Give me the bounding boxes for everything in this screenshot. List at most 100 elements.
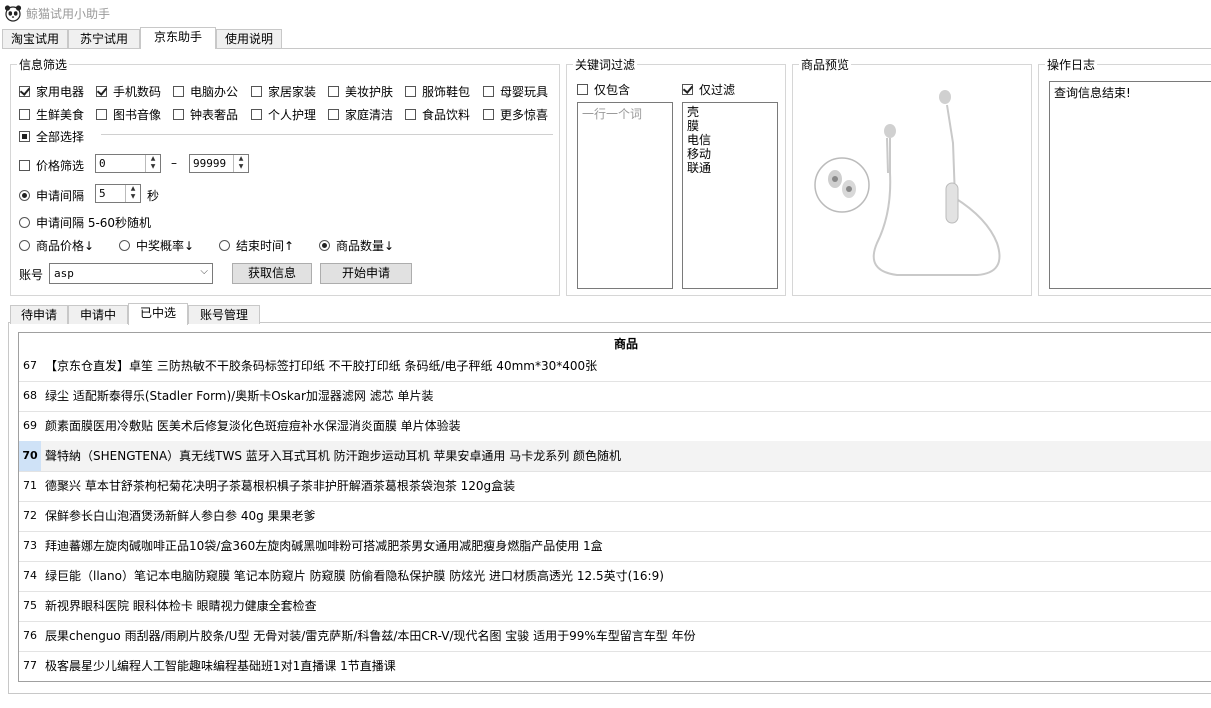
include-only-checkbox[interactable]: 仅包含 bbox=[577, 81, 630, 98]
tab-applying[interactable]: 申请中 bbox=[68, 305, 128, 324]
tab-jd[interactable]: 京东助手 bbox=[140, 27, 216, 49]
up-arrow-icon[interactable]: ▲ bbox=[126, 185, 140, 193]
account-label: 账号 bbox=[19, 268, 44, 282]
tab-help[interactable]: 使用说明 bbox=[216, 29, 282, 48]
divider bbox=[101, 134, 553, 135]
table-row[interactable]: 77 极客晨星少儿编程人工智能趣味编程基础班1对1直播课 1节直播课 bbox=[19, 651, 1211, 681]
up-arrow-icon[interactable]: ▲ bbox=[234, 155, 248, 163]
checkbox-icon bbox=[328, 109, 339, 120]
checkbox-icon bbox=[251, 86, 262, 97]
table-row[interactable]: 69 颜素面膜医用冷敷贴 医美术后修复淡化色斑痘痘补水保湿消炎面膜 单片体验装 bbox=[19, 411, 1211, 442]
checkbox-icon bbox=[483, 109, 494, 120]
panda-icon bbox=[4, 5, 22, 22]
category-books-media[interactable]: 图书音像 bbox=[96, 106, 161, 123]
filter-group-title: 信息筛选 bbox=[17, 56, 70, 73]
category-home-decor[interactable]: 家居家装 bbox=[251, 83, 316, 100]
category-home-appliance[interactable]: 家用电器 bbox=[19, 83, 84, 100]
interval-stepper[interactable]: 5 ▲ ▼ bbox=[95, 184, 141, 203]
sort-endtime-radio[interactable]: 结束时间↑ bbox=[219, 237, 294, 254]
up-arrow-icon[interactable]: ▲ bbox=[146, 155, 160, 163]
filter-group: 信息筛选 家用电器 手机数码 电脑办公 家居家装 美妆护肤 服饰鞋包 母婴玩具 … bbox=[10, 56, 560, 296]
stepper-arrows[interactable]: ▲ ▼ bbox=[233, 155, 248, 172]
keyword-filter-group: 关键词过滤 仅包含 仅过滤 一行一个词 壳 膜 电信 移动 联通 bbox=[566, 56, 786, 296]
start-apply-button[interactable]: 开始申请 bbox=[320, 263, 412, 284]
checkbox-icon bbox=[19, 131, 30, 142]
checkbox-icon bbox=[19, 86, 30, 97]
category-more[interactable]: 更多惊喜 bbox=[483, 106, 548, 123]
category-apparel[interactable]: 服饰鞋包 bbox=[405, 83, 470, 100]
radio-icon bbox=[219, 240, 230, 251]
category-beauty[interactable]: 美妆护肤 bbox=[328, 83, 393, 100]
price-filter-checkbox[interactable]: 价格筛选 bbox=[19, 157, 84, 174]
checkbox-icon bbox=[19, 160, 30, 171]
tab-suning[interactable]: 苏宁试用 bbox=[68, 29, 140, 48]
category-home-cleaning[interactable]: 家庭清洁 bbox=[328, 106, 393, 123]
down-arrow-icon[interactable]: ▼ bbox=[234, 163, 248, 171]
price-range-dash: – bbox=[171, 156, 177, 170]
tab-accounts[interactable]: 账号管理 bbox=[188, 305, 260, 324]
interval-unit: 秒 bbox=[147, 189, 160, 203]
tab-taobao[interactable]: 淘宝试用 bbox=[2, 29, 68, 48]
down-arrow-icon[interactable]: ▼ bbox=[146, 163, 160, 171]
random-interval-radio[interactable]: 申请间隔 5-60秒随机 bbox=[19, 214, 151, 231]
category-watches-luxury[interactable]: 钟表奢品 bbox=[173, 106, 238, 123]
checkbox-icon bbox=[96, 109, 107, 120]
filter-words-textarea[interactable]: 壳 膜 电信 移动 联通 bbox=[682, 102, 778, 289]
category-computer-office[interactable]: 电脑办公 bbox=[173, 83, 238, 100]
table-row[interactable]: 76 辰果chenguo 雨刮器/雨刷片胶条/U型 无骨对装/雷克萨斯/科鲁兹/本… bbox=[19, 621, 1211, 652]
log-textarea[interactable]: 查询信息结束! bbox=[1049, 81, 1211, 289]
account-select[interactable]: asp ⌵ bbox=[49, 263, 213, 284]
log-group: 操作日志 查询信息结束! bbox=[1038, 56, 1211, 296]
fetch-info-button[interactable]: 获取信息 bbox=[232, 263, 312, 284]
price-max-stepper[interactable]: 99999 ▲ ▼ bbox=[189, 154, 249, 173]
tab-won[interactable]: 已中选 bbox=[128, 303, 188, 325]
table-row-selected[interactable]: 70 聲特納（SHENGTENA）真无线TWS 蓝牙入耳式耳机 防汗跑步运动耳机 … bbox=[19, 441, 1211, 472]
product-image bbox=[814, 90, 1001, 276]
checkbox-icon bbox=[96, 86, 107, 97]
include-words-textarea[interactable]: 一行一个词 bbox=[577, 102, 673, 289]
radio-icon bbox=[319, 240, 330, 251]
checkbox-icon bbox=[405, 86, 416, 97]
table-row[interactable]: 75 新视界眼科医院 眼科体检卡 眼睛视力健康全套检查 bbox=[19, 591, 1211, 622]
app-title: 鲸猫试用小助手 bbox=[26, 7, 111, 21]
top-tab-strip: 淘宝试用 苏宁试用 京东助手 使用说明 bbox=[2, 27, 302, 49]
bottom-tab-strip: 待申请 申请中 已中选 账号管理 bbox=[10, 303, 270, 325]
checkbox-icon bbox=[251, 109, 262, 120]
category-baby-toys[interactable]: 母婴玩具 bbox=[483, 83, 548, 100]
filter-only-checkbox[interactable]: 仅过滤 bbox=[682, 81, 735, 98]
tab-pending[interactable]: 待申请 bbox=[10, 305, 68, 324]
table-row[interactable]: 74 绿巨能（llano）笔记本电脑防窥膜 笔记本防窥片 防窥膜 防偷看隐私保护膜… bbox=[19, 561, 1211, 592]
table-row[interactable]: 73 拜迪蕃娜左旋肉碱咖啡正品10袋/盒360左旋肉碱黑咖啡粉可搭减肥茶男女通用减… bbox=[19, 531, 1211, 562]
log-group-title: 操作日志 bbox=[1045, 56, 1098, 73]
table-row[interactable]: 71 德聚兴 草本甘舒茶枸杞菊花决明子茶葛根枳椇子茶非护肝解酒茶葛根茶袋泡茶 12… bbox=[19, 471, 1211, 502]
title-bar: 鲸猫试用小助手 bbox=[0, 0, 1211, 26]
category-fresh-food[interactable]: 生鲜美食 bbox=[19, 106, 84, 123]
category-personal-care[interactable]: 个人护理 bbox=[251, 106, 316, 123]
checkbox-icon bbox=[328, 86, 339, 97]
radio-icon bbox=[19, 217, 30, 228]
stepper-arrows[interactable]: ▲ ▼ bbox=[125, 185, 140, 202]
down-arrow-icon[interactable]: ▼ bbox=[126, 193, 140, 201]
sort-quantity-radio[interactable]: 商品数量↓ bbox=[319, 237, 394, 254]
category-food-drinks[interactable]: 食品饮料 bbox=[405, 106, 470, 123]
checkbox-icon bbox=[405, 109, 416, 120]
table-row[interactable]: 68 绿尘 适配斯泰得乐(Stadler Form)/奥斯卡Oskar加湿器滤网 … bbox=[19, 381, 1211, 412]
chevron-down-icon[interactable]: ⌵ bbox=[200, 266, 208, 277]
price-min-stepper[interactable]: 0 ▲ ▼ bbox=[95, 154, 161, 173]
column-header-product[interactable]: 商品 bbox=[41, 333, 1211, 353]
checkbox-icon bbox=[577, 84, 588, 95]
preview-group-title: 商品预览 bbox=[799, 56, 852, 73]
checkbox-icon bbox=[173, 86, 184, 97]
table-row[interactable]: 72 保鲜参长白山泡酒煲汤新鲜人参白参 40g 果果老爹 bbox=[19, 501, 1211, 532]
table-row[interactable]: 67 【京东仓直发】卓笙 三防热敏不干胶条码标签打印纸 不干胶打印纸 条码纸/电子… bbox=[19, 351, 1211, 382]
select-all-checkbox[interactable]: 全部选择 bbox=[19, 128, 84, 145]
radio-icon bbox=[119, 240, 130, 251]
checkbox-icon bbox=[682, 84, 693, 95]
category-phone-digital[interactable]: 手机数码 bbox=[96, 83, 161, 100]
radio-icon bbox=[19, 190, 30, 201]
stepper-arrows[interactable]: ▲ ▼ bbox=[145, 155, 160, 172]
interval-radio[interactable]: 申请间隔 bbox=[19, 187, 84, 204]
checkbox-icon bbox=[483, 86, 494, 97]
sort-probability-radio[interactable]: 中奖概率↓ bbox=[119, 237, 194, 254]
sort-price-radio[interactable]: 商品价格↓ bbox=[19, 237, 94, 254]
